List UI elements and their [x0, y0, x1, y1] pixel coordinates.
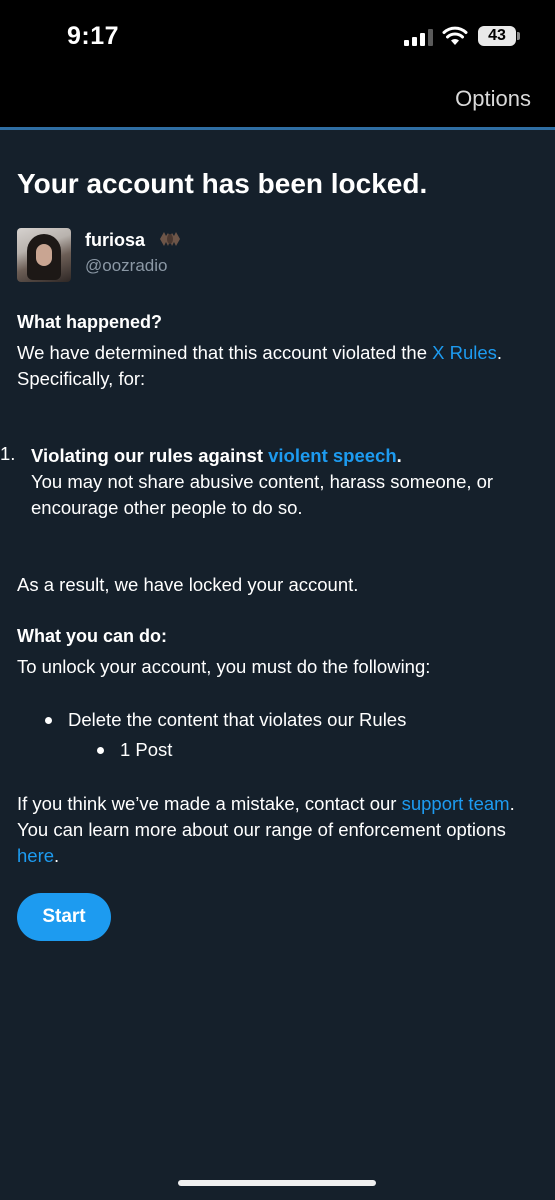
cellular-signal-icon — [404, 29, 433, 46]
battery-level: 43 — [488, 27, 506, 44]
what-happened-heading: What happened? — [17, 312, 162, 332]
what-happened-text-start: We have determined that this account vio… — [17, 342, 433, 363]
wifi-icon — [442, 26, 468, 45]
options-button[interactable]: Options — [455, 86, 531, 112]
what-you-can-do-heading: What you can do: — [17, 626, 167, 646]
what-you-can-do-text: To unlock your account, you must do the … — [17, 656, 431, 677]
here-link[interactable]: here — [17, 845, 54, 866]
user-display-name: furiosa — [85, 230, 146, 250]
user-handle: @oozradio — [85, 256, 168, 275]
violation-number: 1. — [0, 443, 16, 464]
violation-item: Violating our rules against violent spee… — [31, 443, 536, 521]
substep-bullet — [97, 747, 104, 754]
start-button[interactable]: Start — [17, 893, 111, 941]
home-indicator[interactable] — [178, 1180, 376, 1186]
violation-title: Violating our rules against — [31, 445, 269, 466]
step-delete-content: Delete the content that violates our Rul… — [68, 709, 407, 730]
avatar — [17, 228, 71, 282]
status-time: 9:17 — [67, 22, 120, 50]
violent-speech-link[interactable]: violent speech — [268, 445, 397, 466]
mistake-text-1: If you think we’ve made a mistake, conta… — [17, 793, 402, 814]
x-rules-link[interactable]: X Rules — [432, 342, 497, 363]
bat-emoji-icon — [160, 232, 180, 246]
step-bullet — [45, 717, 52, 724]
battery-nub — [517, 32, 520, 40]
mistake-text-3: . — [54, 845, 60, 866]
what-happened-text: We have determined that this account vio… — [17, 340, 542, 392]
page-title: Your account has been locked. — [17, 168, 428, 199]
violation-description: You may not share abusive content, haras… — [31, 471, 494, 518]
support-team-link[interactable]: support team — [402, 793, 510, 814]
mistake-text: If you think we’ve made a mistake, conta… — [17, 791, 542, 869]
header-divider — [0, 127, 555, 130]
result-text: As a result, we have locked your account… — [17, 574, 359, 595]
violation-title-end: . — [396, 445, 402, 466]
substep-post-count: 1 Post — [120, 739, 173, 760]
